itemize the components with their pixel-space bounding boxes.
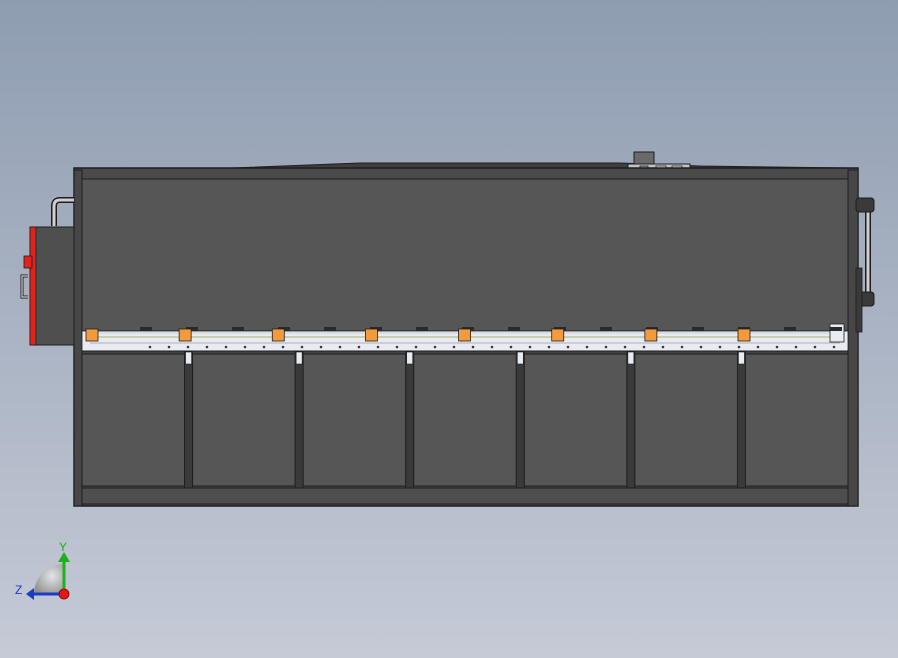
lower-bay-panel bbox=[192, 353, 296, 487]
blade-rivet bbox=[680, 345, 684, 349]
beam-tab bbox=[784, 327, 796, 331]
blade-rivet bbox=[224, 345, 228, 349]
blade-rivet bbox=[167, 345, 171, 349]
blade-rivet bbox=[737, 345, 741, 349]
clamp-pad bbox=[271, 328, 285, 342]
beam-tab bbox=[830, 327, 842, 331]
blade-rivet bbox=[186, 345, 190, 349]
blade-rivet bbox=[642, 345, 646, 349]
blade-rivet bbox=[623, 345, 627, 349]
beam-tab bbox=[232, 327, 244, 331]
blade-rivet bbox=[376, 345, 380, 349]
blade-rivet bbox=[775, 345, 779, 349]
right-post bbox=[847, 169, 859, 507]
blade-rivet bbox=[262, 345, 266, 349]
bay-post bbox=[294, 351, 304, 489]
beam-tab bbox=[324, 327, 336, 331]
control-box-icon bbox=[23, 226, 75, 346]
lower-bay-panel bbox=[523, 353, 628, 487]
left-post bbox=[73, 169, 83, 507]
blade-rivet bbox=[813, 345, 817, 349]
upper-beam bbox=[81, 178, 849, 332]
clamp-pad bbox=[178, 328, 192, 342]
blade-rivet bbox=[300, 345, 304, 349]
bay-post bbox=[515, 351, 525, 489]
blade-rivet bbox=[414, 345, 418, 349]
blade-rivet bbox=[528, 345, 532, 349]
lower-bay-panel bbox=[81, 353, 186, 487]
bay-post bbox=[626, 351, 636, 489]
blade-rivet bbox=[452, 345, 456, 349]
clamp-pad bbox=[85, 328, 99, 342]
blade-rivet bbox=[509, 345, 513, 349]
bay-post bbox=[405, 351, 415, 489]
blade-rivet bbox=[756, 345, 760, 349]
bay-post bbox=[184, 351, 193, 489]
clamp-pad bbox=[551, 328, 565, 342]
blade-rivet bbox=[395, 345, 399, 349]
base-rail bbox=[81, 487, 849, 505]
z-axis-label: Z bbox=[15, 583, 22, 597]
blade-rivet bbox=[243, 345, 247, 349]
blade-rivet bbox=[319, 345, 323, 349]
clamp-pad bbox=[365, 328, 378, 342]
y-axis-label: Y bbox=[59, 540, 67, 554]
bay-post-cap bbox=[295, 351, 303, 365]
blade-rivet bbox=[281, 345, 285, 349]
blade-rivet bbox=[661, 345, 665, 349]
bay-post bbox=[737, 351, 746, 489]
blade-rivet bbox=[832, 345, 836, 349]
lower-bay-panel bbox=[413, 353, 517, 487]
bay-post-cap bbox=[627, 351, 635, 365]
blade-rivet bbox=[433, 345, 437, 349]
bay-post-cap bbox=[738, 351, 745, 365]
blade-rivet bbox=[547, 345, 551, 349]
bay-post-cap bbox=[516, 351, 524, 365]
blade-rivet bbox=[357, 345, 361, 349]
beam-tab bbox=[600, 327, 612, 331]
cad-scene: Y Z bbox=[0, 0, 898, 658]
bay-post-cap bbox=[185, 351, 192, 365]
clamp-pad bbox=[458, 328, 471, 342]
lower-bays bbox=[81, 351, 849, 489]
blade-rivet bbox=[604, 345, 608, 349]
beam-tab bbox=[692, 327, 704, 331]
blade-rivet bbox=[585, 345, 589, 349]
blade-rivet bbox=[699, 345, 703, 349]
blade-rivet bbox=[566, 345, 570, 349]
lower-bay-panel bbox=[302, 353, 407, 487]
lower-bay-panel bbox=[744, 353, 849, 487]
clamp-pad bbox=[737, 328, 751, 342]
blade-rivet bbox=[471, 345, 475, 349]
cad-viewport[interactable]: Y Z bbox=[0, 0, 898, 658]
beam-tab bbox=[140, 327, 152, 331]
beam-tab bbox=[416, 327, 428, 331]
beam-tab bbox=[508, 327, 520, 331]
blade-rivet bbox=[794, 345, 798, 349]
blade-rivet bbox=[718, 345, 722, 349]
blade-rivet bbox=[490, 345, 494, 349]
blade-rivet bbox=[338, 345, 342, 349]
blade-rivet bbox=[205, 345, 209, 349]
lower-bay-panel bbox=[634, 353, 738, 487]
blade-rivet bbox=[148, 345, 152, 349]
bay-post-cap bbox=[406, 351, 414, 365]
clamp-pad bbox=[644, 328, 658, 342]
